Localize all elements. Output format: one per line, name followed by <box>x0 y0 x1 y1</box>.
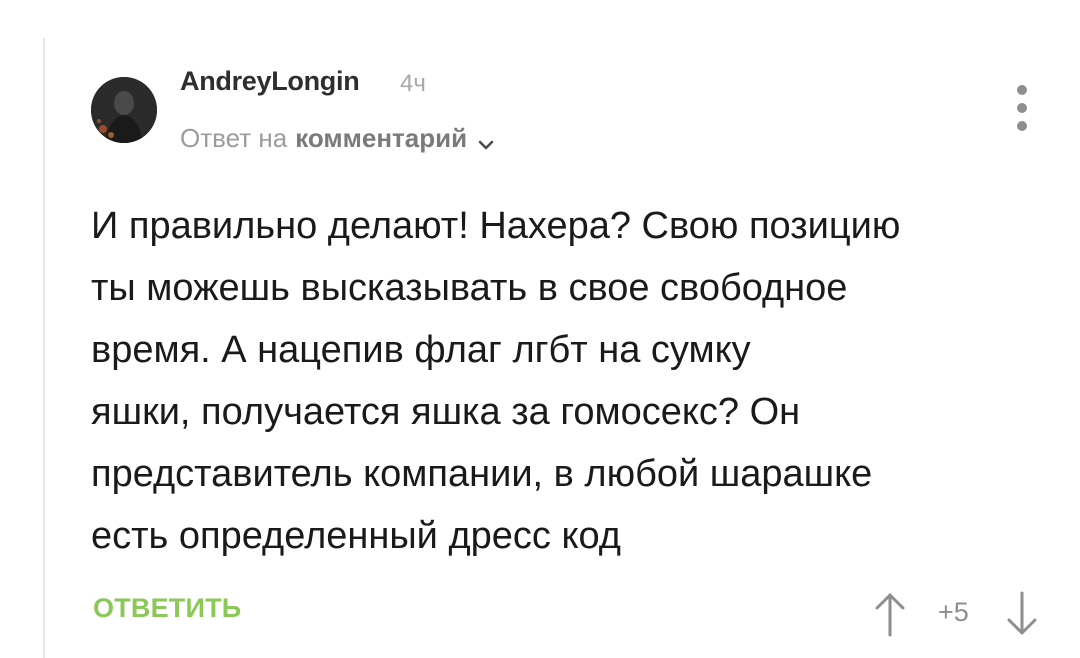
thread-line[interactable] <box>43 38 45 658</box>
comment-body-line: время. А нацепив флаг лгбт на сумку <box>91 329 751 371</box>
reply-to-prefix: Ответ на <box>180 123 288 153</box>
comment-body-line: представитель компании, в любой шарашке <box>91 453 873 495</box>
comment-page: AndreyLongin 4ч Ответ на комментарий И п… <box>0 0 1080 658</box>
kebab-dot <box>1017 121 1027 131</box>
chevron-down-icon[interactable] <box>477 130 495 149</box>
avatar[interactable] <box>91 77 157 143</box>
comment-body-line: ты можешь высказывать в свое свободное <box>91 267 848 309</box>
arrow-down-icon[interactable] <box>1004 591 1040 637</box>
reply-button[interactable]: ОТВЕТИТЬ <box>93 593 241 624</box>
reply-to-link[interactable]: комментарий <box>295 123 467 154</box>
comment-body-line: есть определенный дресс код <box>91 515 621 557</box>
more-vertical-icon[interactable] <box>1010 85 1034 131</box>
arrow-up-icon[interactable] <box>872 591 908 637</box>
author-name[interactable]: AndreyLongin <box>180 66 360 97</box>
comment-body-line: И правильно делают! Нахера? Свою позицию <box>91 205 901 247</box>
rating-value: +5 <box>938 597 969 627</box>
kebab-dot <box>1017 85 1027 95</box>
comment-time: 4ч <box>400 70 426 97</box>
comment-body: И правильно делают! Нахера? Свою позицию… <box>91 195 1051 567</box>
reply-to-line: Ответ на комментарий <box>180 123 495 154</box>
kebab-dot <box>1017 103 1027 113</box>
comment-body-line: яшки, получается яшка за гомосекс? Он <box>91 391 801 433</box>
